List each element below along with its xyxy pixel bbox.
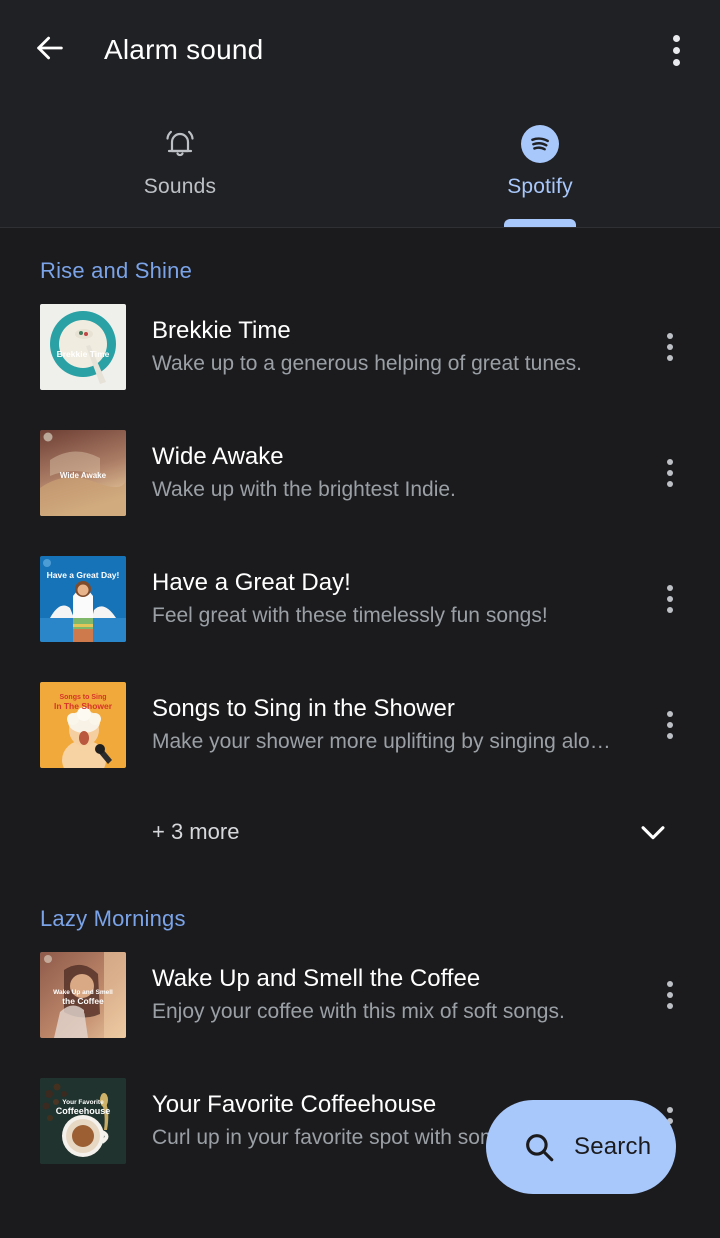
more-vert-icon-dot [667,596,673,602]
more-vert-icon-dot [667,711,673,717]
more-vert-icon-dot [667,333,673,339]
alarm-bell-icon [158,123,202,165]
list-item-text: Wake Up and Smell the Coffee Enjoy your … [126,964,644,1026]
list-item-title: Songs to Sing in the Shower [152,695,455,722]
list-item-overflow-button[interactable] [644,963,696,1027]
tab-sounds[interactable]: Sounds [0,100,360,227]
list-item-text: Brekkie Time Wake up to a generous helpi… [126,316,644,378]
svg-text:Wide Awake: Wide Awake [60,471,107,480]
svg-text:Coffeehouse: Coffeehouse [56,1106,111,1116]
svg-text:Brekkie Time: Brekkie Time [57,349,110,359]
search-icon [522,1130,556,1164]
playlist-list[interactable]: Rise and Shine Brekkie Time Brekkie Time [0,228,720,1238]
playlist-artwork-your-favorite-coffeehouse: Your Favorite Coffeehouse [40,1078,126,1164]
list-item-title: Have a Great Day! [152,569,351,596]
list-item-text: Have a Great Day! Feel great with these … [126,568,644,630]
playlist-artwork-have-a-great-day: Have a Great Day! [40,556,126,642]
playlist-artwork-wide-awake: Wide Awake [40,430,126,516]
list-item-title: Brekkie Time [152,317,291,344]
tab-spotify-label: Spotify [507,174,573,198]
more-vert-icon-dot [667,981,673,987]
spotify-icon [521,123,559,165]
show-more-label: + 3 more [152,819,240,844]
more-vert-icon-dot [667,344,673,350]
section-header-rise-and-shine: Rise and Shine [40,258,193,283]
tab-active-indicator [504,219,576,227]
svg-text:In The Shower: In The Shower [54,701,113,711]
svg-text:the Coffee: the Coffee [62,996,104,1006]
list-item-subtitle: Enjoy your coffee with this mix of soft … [152,1000,565,1023]
list-item-subtitle: Make your shower more uplifting by singi… [152,730,611,753]
list-item-subtitle: Wake up with the brightest Indie. [152,478,456,501]
more-vert-icon-dot [667,992,673,998]
more-vert-icon-dot [667,722,673,728]
svg-text:Your Favorite: Your Favorite [62,1099,104,1106]
more-vert-icon-dot [672,58,680,66]
playlist-artwork-brekkie-time: Brekkie Time [40,304,126,390]
list-item[interactable]: Wide Awake Wide Awake Wake up with the b… [0,410,720,536]
chevron-down-icon [636,815,670,849]
svg-text:Wake Up and Smell: Wake Up and Smell [53,989,113,996]
more-vert-icon-dot [667,481,673,487]
svg-text:Have a Great Day!: Have a Great Day! [47,570,120,580]
list-item-subtitle: Feel great with these timelessly fun son… [152,604,548,627]
more-vert-icon-dot [667,607,673,613]
search-fab-label: Search [574,1133,652,1160]
more-vert-icon-dot [667,470,673,476]
list-item[interactable]: Have a Great Day! Have a Great Day! Feel… [0,536,720,662]
list-item-title: Wide Awake [152,443,284,470]
more-vert-icon-dot [667,355,673,361]
list-item-overflow-button[interactable] [644,441,696,505]
more-vert-icon-dot [667,459,673,465]
page-title: Alarm sound [104,34,264,65]
more-vert-icon-dot [667,585,673,591]
arrow-left-icon [33,31,67,70]
overflow-menu-button[interactable] [648,22,704,78]
app-bar: Alarm sound [0,0,720,100]
tab-sounds-label: Sounds [143,174,217,198]
section-header-lazy-mornings: Lazy Mornings [40,906,186,931]
alarm-sound-screen: Alarm sound Sounds Spotify Rise and Shin… [0,0,720,1238]
tab-bar: Sounds Spotify [0,100,720,228]
playlist-artwork-songs-to-sing-in-the-shower: Songs to Sing In The Shower [40,682,126,768]
playlist-artwork-wake-up-and-smell-the-coffee: Wake Up and Smell the Coffee [40,952,126,1038]
show-more-row[interactable]: + 3 more [0,788,720,876]
list-item[interactable]: Brekkie Time Brekkie Time Wake up to a g… [0,284,720,410]
list-item[interactable]: Wake Up and Smell the Coffee Wake Up and… [0,932,720,1058]
list-item-overflow-button[interactable] [644,315,696,379]
more-vert-icon-dot [667,733,673,739]
search-fab[interactable]: Search [486,1100,676,1194]
list-item-overflow-button[interactable] [644,693,696,757]
list-item-text: Wide Awake Wake up with the brightest In… [126,442,644,504]
back-button[interactable] [22,22,78,78]
svg-text:Songs to Sing: Songs to Sing [59,694,106,701]
list-item-text: Songs to Sing in the Shower Make your sh… [126,694,644,756]
more-vert-icon-dot [672,46,680,54]
list-item-title: Wake Up and Smell the Coffee [152,965,481,992]
tab-spotify[interactable]: Spotify [360,100,720,227]
list-item-overflow-button[interactable] [644,567,696,631]
more-vert-icon-dot [667,1107,673,1113]
more-vert-icon-dot [667,1003,673,1009]
list-item-subtitle: Wake up to a generous helping of great t… [152,352,583,375]
list-item[interactable]: Songs to Sing In The Shower Songs to Sin… [0,662,720,788]
more-vert-icon-dot [672,34,680,42]
